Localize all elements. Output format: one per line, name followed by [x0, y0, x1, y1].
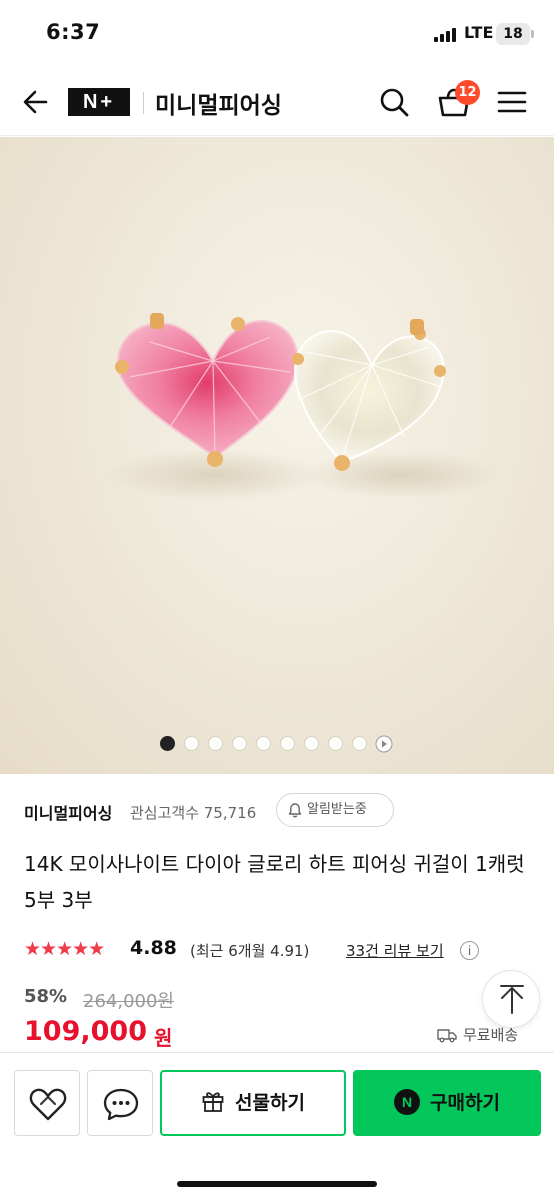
- original-price: 264,000원: [83, 991, 174, 1012]
- wishlist-button[interactable]: [14, 1070, 80, 1136]
- delivery-truck-icon: [437, 1029, 457, 1043]
- network-label: LTE: [464, 23, 494, 42]
- header-divider: [143, 92, 144, 114]
- home-indicator: [177, 1181, 377, 1187]
- gallery-dot[interactable]: [328, 736, 343, 751]
- gallery-dot[interactable]: [208, 736, 223, 751]
- status-time: 6:37: [46, 20, 101, 44]
- seller-name[interactable]: 미니멀피어싱: [24, 800, 112, 824]
- status-bar: 6:37 LTE 18: [0, 0, 554, 70]
- product-image-gallery[interactable]: [0, 137, 554, 774]
- rating-row: ★★★★★ 4.88 (최근 6개월 4.91) 33건 리뷰 보기 i: [24, 936, 544, 964]
- battery-icon: 18: [496, 23, 534, 45]
- notification-toggle-button[interactable]: 알림받는중: [276, 793, 394, 827]
- bell-icon: [288, 803, 302, 818]
- store-name[interactable]: 미니멀피어싱: [155, 86, 282, 120]
- gallery-dot[interactable]: [280, 736, 295, 751]
- naverpay-icon: N: [394, 1089, 421, 1115]
- heart-outline-icon: [29, 1088, 67, 1121]
- discount-rate: 58%: [24, 986, 68, 1007]
- star-rating-icon: ★★★★★: [24, 938, 105, 960]
- back-button[interactable]: [18, 84, 54, 120]
- gallery-dot[interactable]: [184, 736, 199, 751]
- heart-earrings-image: [105, 313, 500, 501]
- gallery-dot[interactable]: [232, 736, 247, 751]
- buy-label: 구매하기: [430, 1092, 500, 1114]
- arrow-left-icon: [23, 90, 48, 114]
- talk-chat-button[interactable]: [87, 1070, 153, 1136]
- gallery-dot[interactable]: [304, 736, 319, 751]
- shipping-label: 무료배송: [463, 1026, 519, 1044]
- cart-count-badge: 12: [455, 80, 480, 105]
- notification-label: 알림받는중: [307, 802, 367, 817]
- price-unit: 원: [154, 1026, 173, 1050]
- rating-value: 4.88: [130, 937, 177, 959]
- gallery-dot[interactable]: [352, 736, 367, 751]
- hamburger-menu-icon: [497, 91, 527, 113]
- chat-bubble-icon: [103, 1088, 139, 1121]
- review-link[interactable]: 33건 리뷰 보기: [346, 940, 444, 961]
- gift-label: 선물하기: [235, 1092, 305, 1114]
- info-icon[interactable]: i: [460, 941, 479, 960]
- search-icon: [380, 88, 409, 117]
- gift-icon: [202, 1092, 224, 1112]
- gift-button[interactable]: 선물하기: [160, 1070, 346, 1136]
- recent-rating: (최근 6개월 4.91): [190, 942, 310, 960]
- search-button[interactable]: [376, 84, 412, 120]
- sale-price: 109,000: [24, 1016, 147, 1047]
- follower-count: 관심고객수 75,716: [130, 804, 257, 822]
- bottom-action-bar: 선물하기 N 구매하기: [0, 1052, 554, 1200]
- gallery-dot[interactable]: [256, 736, 271, 751]
- top-navigation: N+ 미니멀피어싱 12: [0, 70, 554, 136]
- arrow-up-icon: [500, 985, 524, 1014]
- product-title: 14K 모이사나이트 다이아 글로리 하트 피어싱 귀걸이 1캐럿 5부 3부: [24, 852, 525, 912]
- video-play-icon[interactable]: [375, 735, 393, 753]
- signal-icon: [434, 26, 458, 42]
- buy-now-button[interactable]: N 구매하기: [353, 1070, 541, 1136]
- naver-plus-logo[interactable]: N+: [68, 88, 130, 116]
- menu-button[interactable]: [496, 86, 528, 118]
- scroll-to-top-button[interactable]: [482, 970, 540, 1028]
- gallery-dot[interactable]: [160, 736, 175, 751]
